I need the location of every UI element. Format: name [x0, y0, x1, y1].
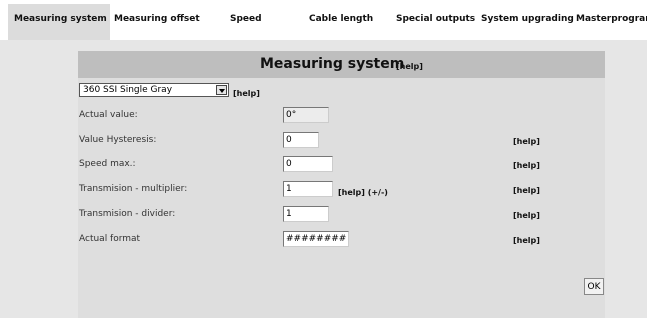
tab-bar: Measuring system Measuring offset Speed … [0, 0, 647, 40]
multiplier-inline-help-link[interactable]: [help] (+/-) [338, 188, 388, 197]
value-hysteresis-input[interactable] [283, 132, 319, 148]
speed-max-label: Speed max.: [79, 159, 136, 169]
ok-button[interactable]: OK [584, 278, 604, 295]
divider-input[interactable] [283, 206, 329, 222]
encoder-type-value: 360 SSI Single Gray [83, 85, 173, 95]
encoder-type-select[interactable]: 360 SSI Single Gray [79, 83, 229, 97]
actual-format-label: Actual format [79, 234, 141, 244]
actual-value-field [283, 107, 329, 123]
actual-format-input[interactable] [283, 231, 349, 247]
value-hysteresis-help-link[interactable]: [help] [513, 137, 540, 146]
panel-header: Measuring system [help] [78, 51, 605, 78]
actual-format-help-link[interactable]: [help] [513, 236, 540, 245]
multiplier-label: Transmision - multiplier: [79, 184, 188, 194]
multiplier-input[interactable] [283, 181, 333, 197]
tab-system-upgrading[interactable]: System upgrading [481, 14, 574, 24]
divider-label: Transmision - divider: [79, 209, 176, 219]
encoder-type-help-link[interactable]: [help] [233, 89, 260, 98]
actual-value-label: Actual value: [79, 110, 138, 120]
title-help-link[interactable]: [help] [396, 62, 423, 71]
value-hysteresis-label: Value Hysteresis: [79, 135, 157, 145]
tab-measuring-system[interactable]: Measuring system [8, 4, 110, 40]
app-root: Measuring system Measuring offset Speed … [0, 0, 647, 318]
panel-title: Measuring system [260, 56, 405, 72]
tab-measuring-offset[interactable]: Measuring offset [114, 14, 200, 24]
tab-speed[interactable]: Speed [230, 14, 262, 24]
divider-help-link[interactable]: [help] [513, 211, 540, 220]
speed-max-input[interactable] [283, 156, 333, 172]
speed-max-help-link[interactable]: [help] [513, 161, 540, 170]
multiplier-help-link[interactable]: [help] [513, 186, 540, 195]
tab-special-outputs[interactable]: Special outputs [396, 14, 475, 24]
tab-masterprogram[interactable]: Masterprogram [576, 14, 647, 24]
chevron-down-icon[interactable] [216, 85, 227, 95]
tab-cable-length[interactable]: Cable length [309, 14, 373, 24]
